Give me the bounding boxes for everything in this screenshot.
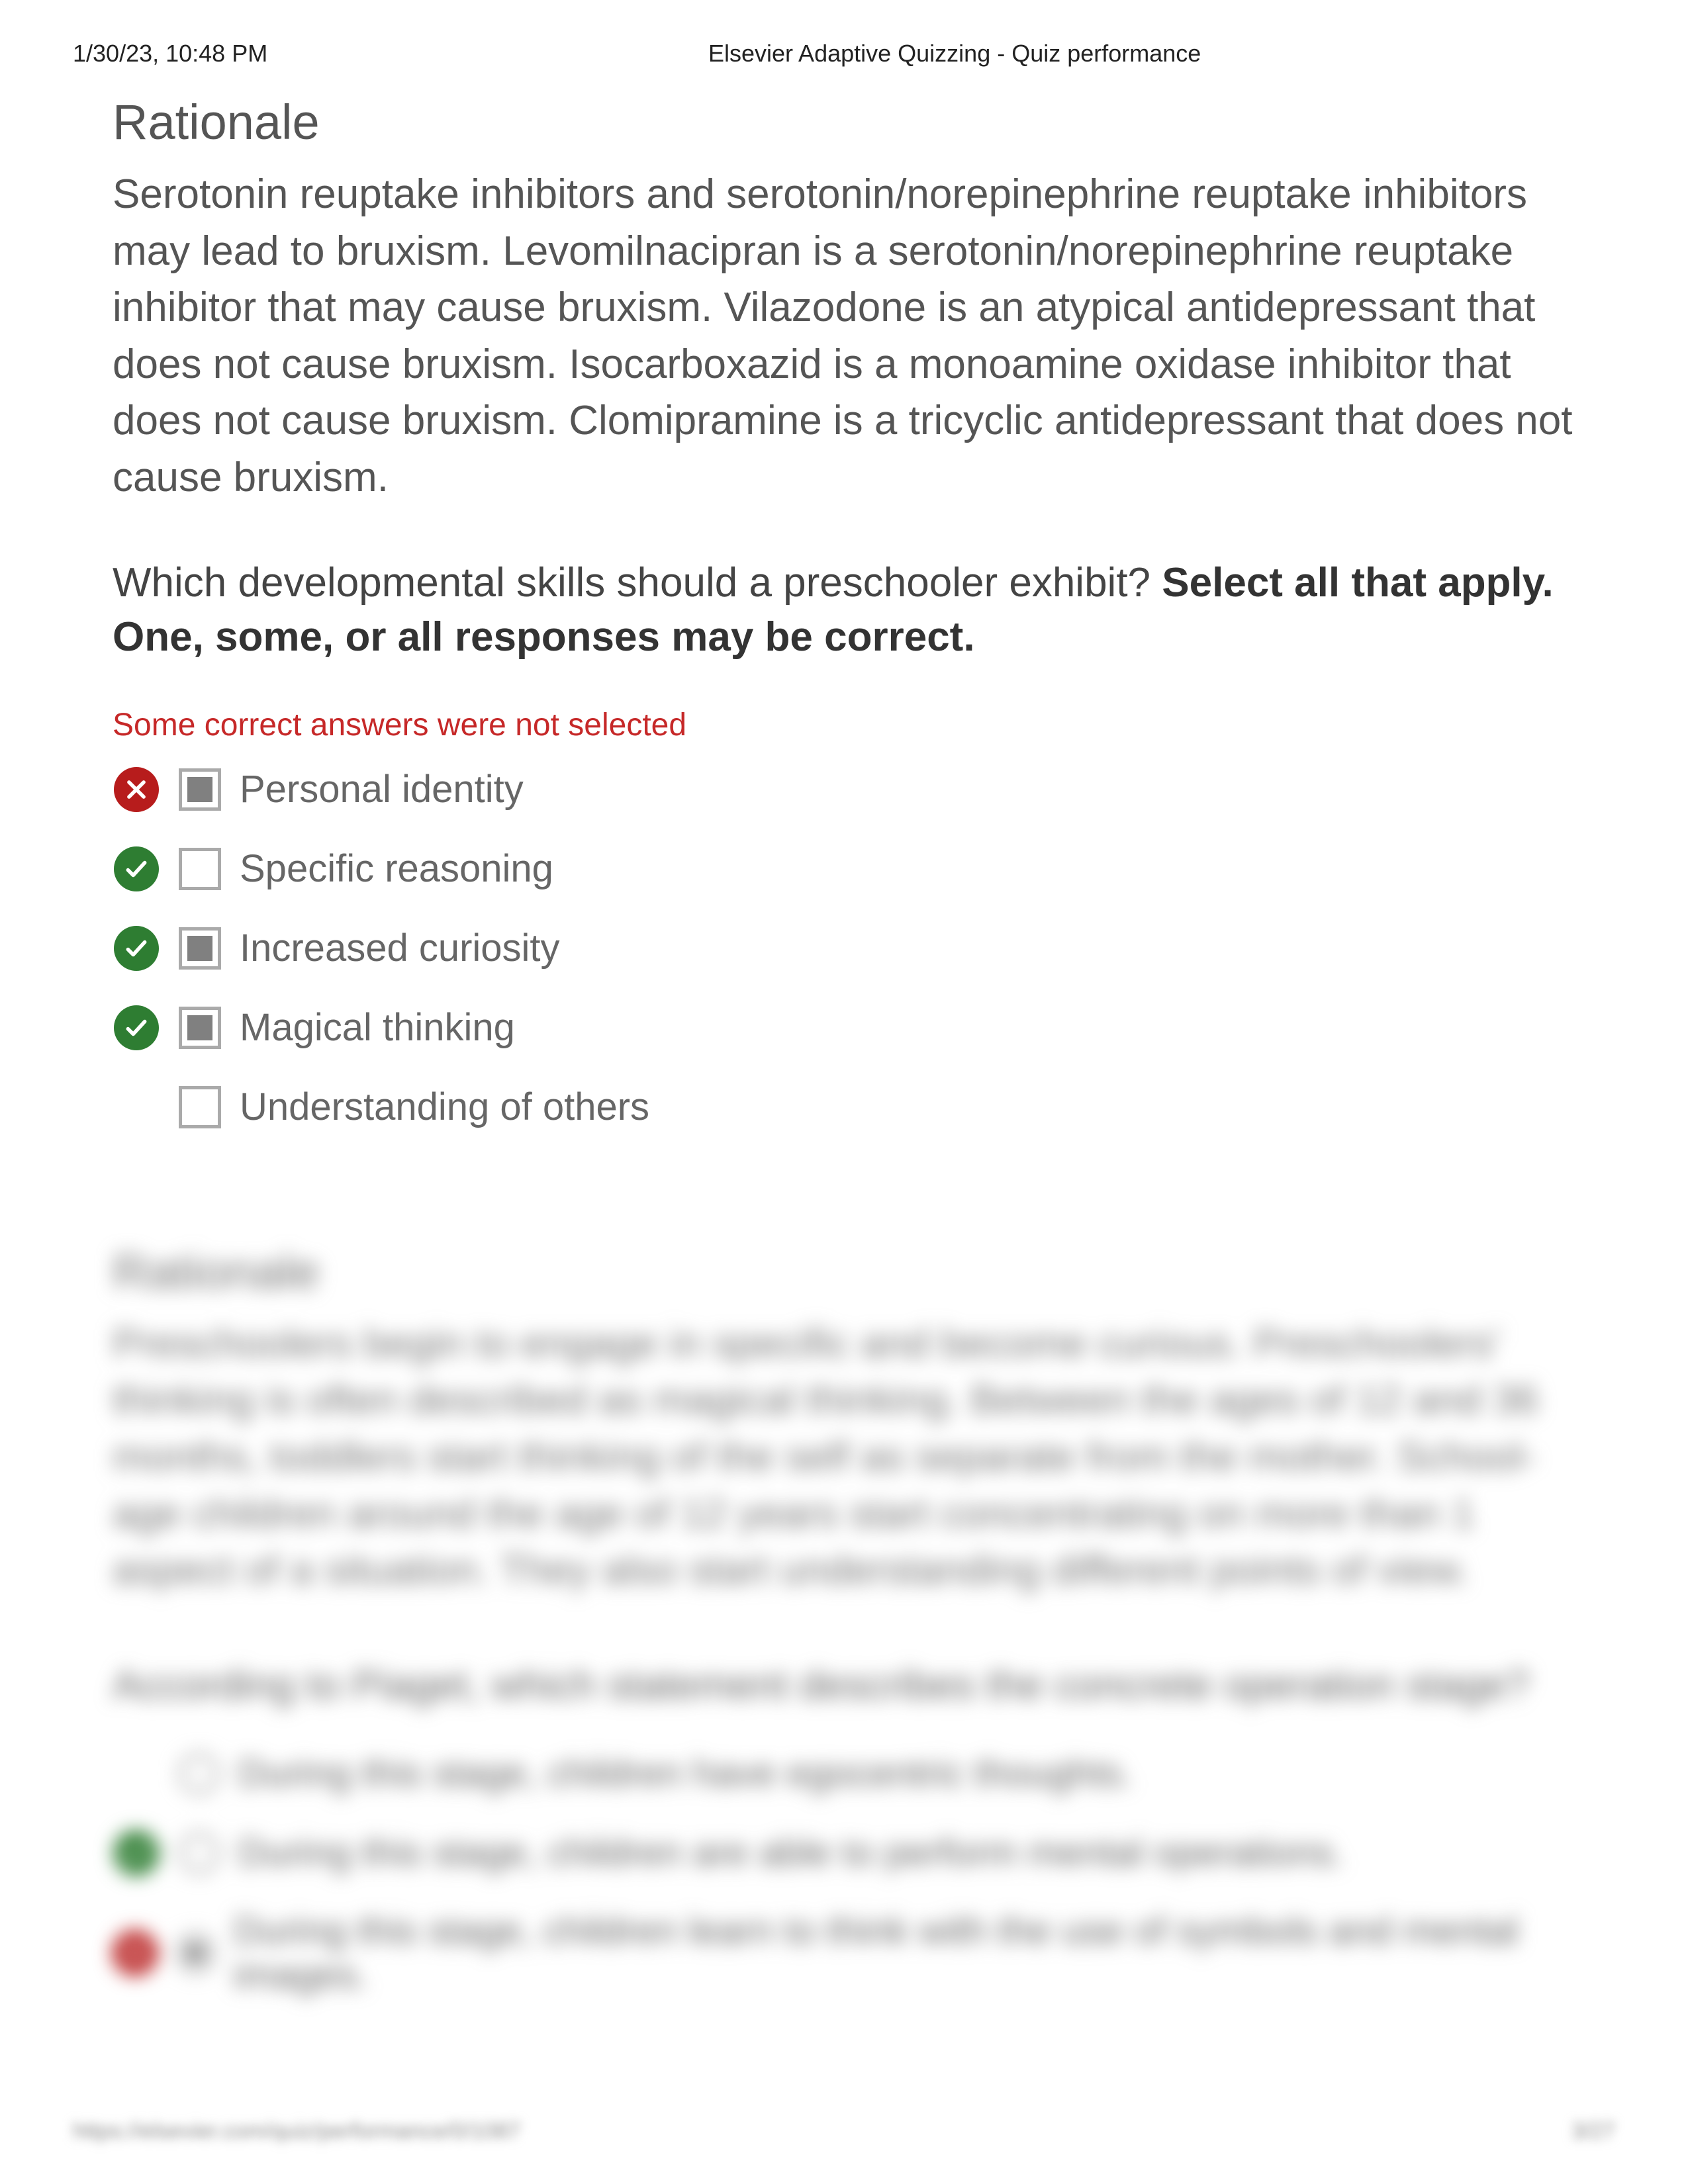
answer-label: During this stage, children have egocent… (238, 1751, 1133, 1796)
answer-row: Specific reasoning (113, 845, 1575, 893)
rationale-heading: Rationale (113, 94, 1575, 150)
answer-label: During this stage, children learn to thi… (234, 1909, 1575, 1997)
check-icon (114, 1831, 159, 1876)
answer-row: Increased curiosity (113, 925, 1575, 972)
question-stem: According to Piaget, which statement des… (113, 1659, 1575, 1713)
status-slot (113, 845, 160, 893)
header-title: Elsevier Adaptive Quizzing - Quiz perfor… (708, 40, 1201, 68)
radio[interactable] (179, 1753, 220, 1794)
answer-row: Personal identity (113, 766, 1575, 813)
feedback-message: Some correct answers were not selected (113, 707, 1575, 743)
answer-row: Understanding of others (113, 1083, 1575, 1131)
checkbox[interactable] (179, 927, 221, 970)
check-icon (114, 926, 159, 971)
rationale-heading: Rationale (113, 1244, 1575, 1300)
radio[interactable] (176, 1933, 215, 1974)
answer-label: During this stage, children are able to … (238, 1831, 1344, 1875)
check-icon (114, 1005, 159, 1050)
radio-dot-icon (185, 1943, 205, 1963)
print-header: 1/30/23, 10:48 PM Elsevier Adaptive Quiz… (73, 40, 1615, 68)
status-slot (113, 1750, 160, 1797)
x-icon (113, 1931, 158, 1976)
radio[interactable] (179, 1833, 220, 1874)
answer-label: Personal identity (240, 767, 524, 811)
page: 1/30/23, 10:48 PM Elsevier Adaptive Quiz… (0, 0, 1688, 2184)
answer-row: During this stage, children are able to … (113, 1829, 1575, 1877)
answer-row: During this stage, children have egocent… (113, 1750, 1575, 1797)
checkbox[interactable] (179, 1086, 221, 1128)
rationale-body: Serotonin reuptake inhibitors and seroto… (113, 166, 1575, 506)
status-slot (113, 1083, 160, 1131)
rationale-body: Preschoolers begin to engage in specific… (113, 1316, 1575, 1599)
question-stem: Which developmental skills should a pres… (113, 556, 1575, 664)
checkbox[interactable] (179, 1007, 221, 1049)
checkbox-fill-icon (187, 936, 212, 961)
answer-list: During this stage, children have egocent… (113, 1750, 1575, 1997)
status-slot (113, 1829, 160, 1877)
footer-url: https://elsevier.com/quiz/performance/0/… (73, 2118, 521, 2144)
content: Rationale Serotonin reuptake inhibitors … (73, 94, 1615, 1997)
answer-label: Increased curiosity (240, 926, 560, 970)
status-slot (113, 1004, 160, 1052)
status-slot (113, 925, 160, 972)
header-datetime: 1/30/23, 10:48 PM (73, 40, 708, 68)
checkbox[interactable] (179, 848, 221, 890)
x-icon (114, 767, 159, 812)
blurred-preview: Rationale Preschoolers begin to engage i… (113, 1244, 1575, 1997)
status-slot (113, 1929, 158, 1977)
checkbox[interactable] (179, 768, 221, 811)
answer-row: During this stage, children learn to thi… (113, 1909, 1575, 1997)
checkbox-fill-icon (187, 1015, 212, 1040)
question-stem-plain: Which developmental skills should a pres… (113, 560, 1162, 606)
answer-label: Understanding of others (240, 1085, 649, 1129)
answer-row: Magical thinking (113, 1004, 1575, 1052)
print-footer: https://elsevier.com/quiz/performance/0/… (73, 2118, 1615, 2144)
answer-list: Personal identity Specific reasoning (113, 766, 1575, 1131)
answer-label: Magical thinking (240, 1005, 515, 1050)
check-icon (114, 846, 159, 891)
footer-page: 3/27 (1571, 2118, 1615, 2144)
answer-label: Specific reasoning (240, 846, 553, 891)
status-slot (113, 766, 160, 813)
checkbox-fill-icon (187, 777, 212, 802)
